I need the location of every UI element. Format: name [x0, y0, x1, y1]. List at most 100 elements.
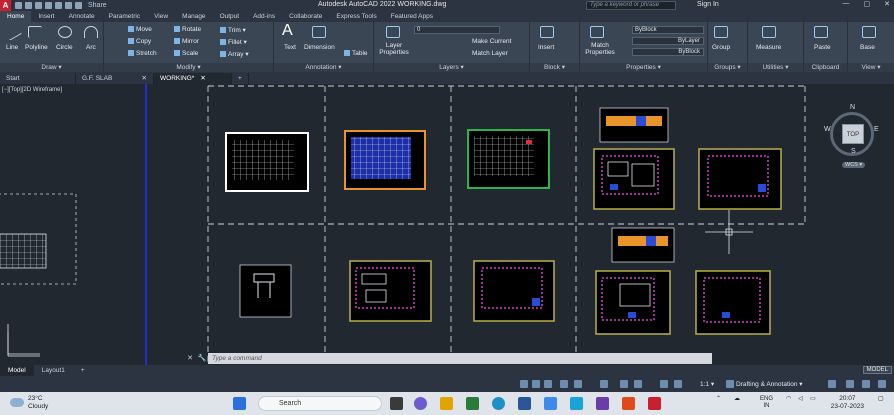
annotation-monitor-icon[interactable]	[828, 380, 836, 388]
grid-toggle-icon[interactable]	[520, 380, 528, 388]
close-button[interactable]: ✕	[884, 0, 890, 8]
compass-north[interactable]: N	[850, 104, 855, 111]
tab-collaborate[interactable]: Collaborate	[282, 11, 329, 22]
ortho-icon[interactable]	[544, 380, 552, 388]
make-current-button[interactable]: Make Current	[472, 38, 511, 45]
dimension-button[interactable]: Dimension	[304, 44, 335, 51]
compass-east[interactable]: E	[874, 126, 879, 133]
file-tab-gf-slab-design[interactable]: G.F. SLAB DESIGN✕	[76, 73, 154, 93]
match-layer-button[interactable]: Match Layer	[472, 50, 508, 57]
mail-icon[interactable]	[544, 397, 557, 410]
viewcube[interactable]: TOP N S E W WCS ▾	[824, 104, 884, 174]
new-layout-button[interactable]: +	[73, 365, 93, 376]
sign-in-button[interactable]: Sign In	[697, 1, 719, 8]
tab-view[interactable]: View	[147, 11, 175, 22]
line-icon[interactable]	[3, 23, 23, 41]
app-icon-purple[interactable]	[596, 397, 609, 410]
array-button[interactable]: Array ▾	[220, 50, 249, 58]
print-icon[interactable]	[55, 2, 62, 9]
drawing-canvas[interactable]: [−][Top][2D Wireframe] TOP N S E W WCS ▾	[0, 84, 894, 365]
compass-south[interactable]: S	[851, 148, 856, 155]
save-icon[interactable]	[35, 2, 42, 9]
autocad-logo-icon[interactable]: A	[0, 0, 11, 11]
scale-button[interactable]: Scale	[174, 50, 198, 57]
weather-widget[interactable]: 23°C Cloudy	[10, 395, 48, 411]
layer-properties-button[interactable]: Layer Properties	[376, 42, 412, 56]
group-button[interactable]: Group	[712, 44, 730, 51]
table-button[interactable]: Table	[344, 50, 368, 57]
notifications-icon[interactable]: ▢	[878, 396, 884, 403]
model-space-badge[interactable]: MODEL	[862, 366, 892, 374]
base-view-icon[interactable]	[862, 26, 876, 38]
polyline-icon[interactable]	[28, 26, 42, 38]
circle-icon[interactable]	[58, 26, 72, 38]
color-dropdown[interactable]: ByBlock	[632, 26, 704, 34]
workspace-switch[interactable]: Drafting & Annotation ▾	[736, 380, 803, 388]
floor-plan-sheet-2[interactable]	[698, 148, 782, 210]
taskbar-search[interactable]: Search	[258, 396, 382, 411]
new-tab-button[interactable]: +	[232, 73, 249, 84]
base-button[interactable]: Base	[860, 44, 875, 51]
tab-model[interactable]: Model	[0, 365, 34, 376]
block-panel-label[interactable]: Block ▾	[530, 63, 579, 72]
annotation-autoscale-icon[interactable]	[674, 380, 682, 388]
object-snap-icon[interactable]	[620, 380, 628, 388]
isodraft-icon[interactable]	[574, 380, 582, 388]
maximize-button[interactable]: ▢	[864, 0, 871, 8]
tab-manage[interactable]: Manage	[175, 11, 213, 22]
customization-menu-icon[interactable]	[878, 380, 886, 388]
annotation-panel-label[interactable]: Annotation ▾	[274, 63, 373, 72]
groups-panel-label[interactable]: Groups ▾	[708, 63, 747, 72]
wcs-menu[interactable]: WCS ▾	[842, 162, 866, 168]
clock[interactable]: 20:07 23-07-2023	[831, 395, 864, 411]
copy-button[interactable]: Copy	[128, 38, 151, 45]
match-properties-icon[interactable]	[590, 26, 604, 38]
floor-plan-sheet-6[interactable]	[695, 270, 771, 335]
command-settings-icon[interactable]: 🔧	[196, 354, 208, 362]
app-icon-orange[interactable]	[622, 397, 635, 410]
tab-home[interactable]: Home	[0, 11, 32, 22]
dimension-icon[interactable]	[312, 26, 326, 38]
object-snap-tracking-icon[interactable]	[600, 380, 608, 388]
task-view-icon[interactable]	[390, 397, 403, 410]
draw-panel-label[interactable]: Draw ▾	[0, 63, 103, 72]
layers-panel-label[interactable]: Layers ▾	[374, 63, 529, 72]
move-button[interactable]: Move	[128, 26, 152, 33]
command-input[interactable]: Type a command	[208, 352, 712, 364]
floor-plan-sheet-4[interactable]	[473, 260, 555, 322]
file-explorer-icon[interactable]	[440, 397, 453, 410]
tab-featured-apps[interactable]: Featured Apps	[384, 11, 440, 22]
legend-box-top[interactable]	[599, 107, 669, 143]
close-tab-icon[interactable]: ✕	[200, 73, 205, 84]
match-properties-button[interactable]: Match Properties	[582, 42, 618, 56]
file-tab-working[interactable]: WORKING* ✕	[154, 73, 232, 84]
arc-icon[interactable]	[84, 26, 98, 38]
rotate-button[interactable]: Rotate	[174, 26, 201, 33]
autocad-taskbar-icon[interactable]	[648, 397, 661, 410]
insert-button[interactable]: Insert	[538, 44, 554, 51]
tab-layout1[interactable]: Layout1	[34, 365, 73, 376]
sheet-green-grid[interactable]	[467, 129, 550, 189]
measure-icon[interactable]	[762, 26, 776, 38]
compass-west[interactable]: W	[824, 126, 831, 133]
lineweight-icon[interactable]	[634, 380, 642, 388]
paste-button[interactable]: Paste	[814, 44, 831, 51]
circle-button[interactable]: Circle	[56, 44, 73, 51]
minimize-button[interactable]: —	[843, 0, 850, 8]
sheet-white-grid[interactable]	[225, 132, 309, 192]
snap-mode-icon[interactable]	[532, 380, 540, 388]
insert-icon[interactable]	[540, 26, 554, 38]
command-close-icon[interactable]: ✕	[184, 354, 196, 362]
new-icon[interactable]	[15, 2, 22, 9]
cloud-tray-icon[interactable]: ☁	[734, 396, 740, 403]
clipboard-panel-label[interactable]: Clipboard	[804, 63, 847, 72]
open-icon[interactable]	[25, 2, 32, 9]
close-tab-icon[interactable]: ✕	[142, 73, 147, 84]
properties-panel-label[interactable]: Properties ▾	[580, 63, 707, 72]
volume-icon[interactable]: ◁	[798, 396, 803, 403]
floor-plan-sheet-5[interactable]	[595, 270, 671, 335]
detail-sheet-small[interactable]	[239, 264, 292, 318]
language-indicator[interactable]: ENG IN	[760, 396, 773, 410]
view-panel-label[interactable]: View ▾	[848, 63, 894, 72]
undo-icon[interactable]	[65, 2, 72, 9]
